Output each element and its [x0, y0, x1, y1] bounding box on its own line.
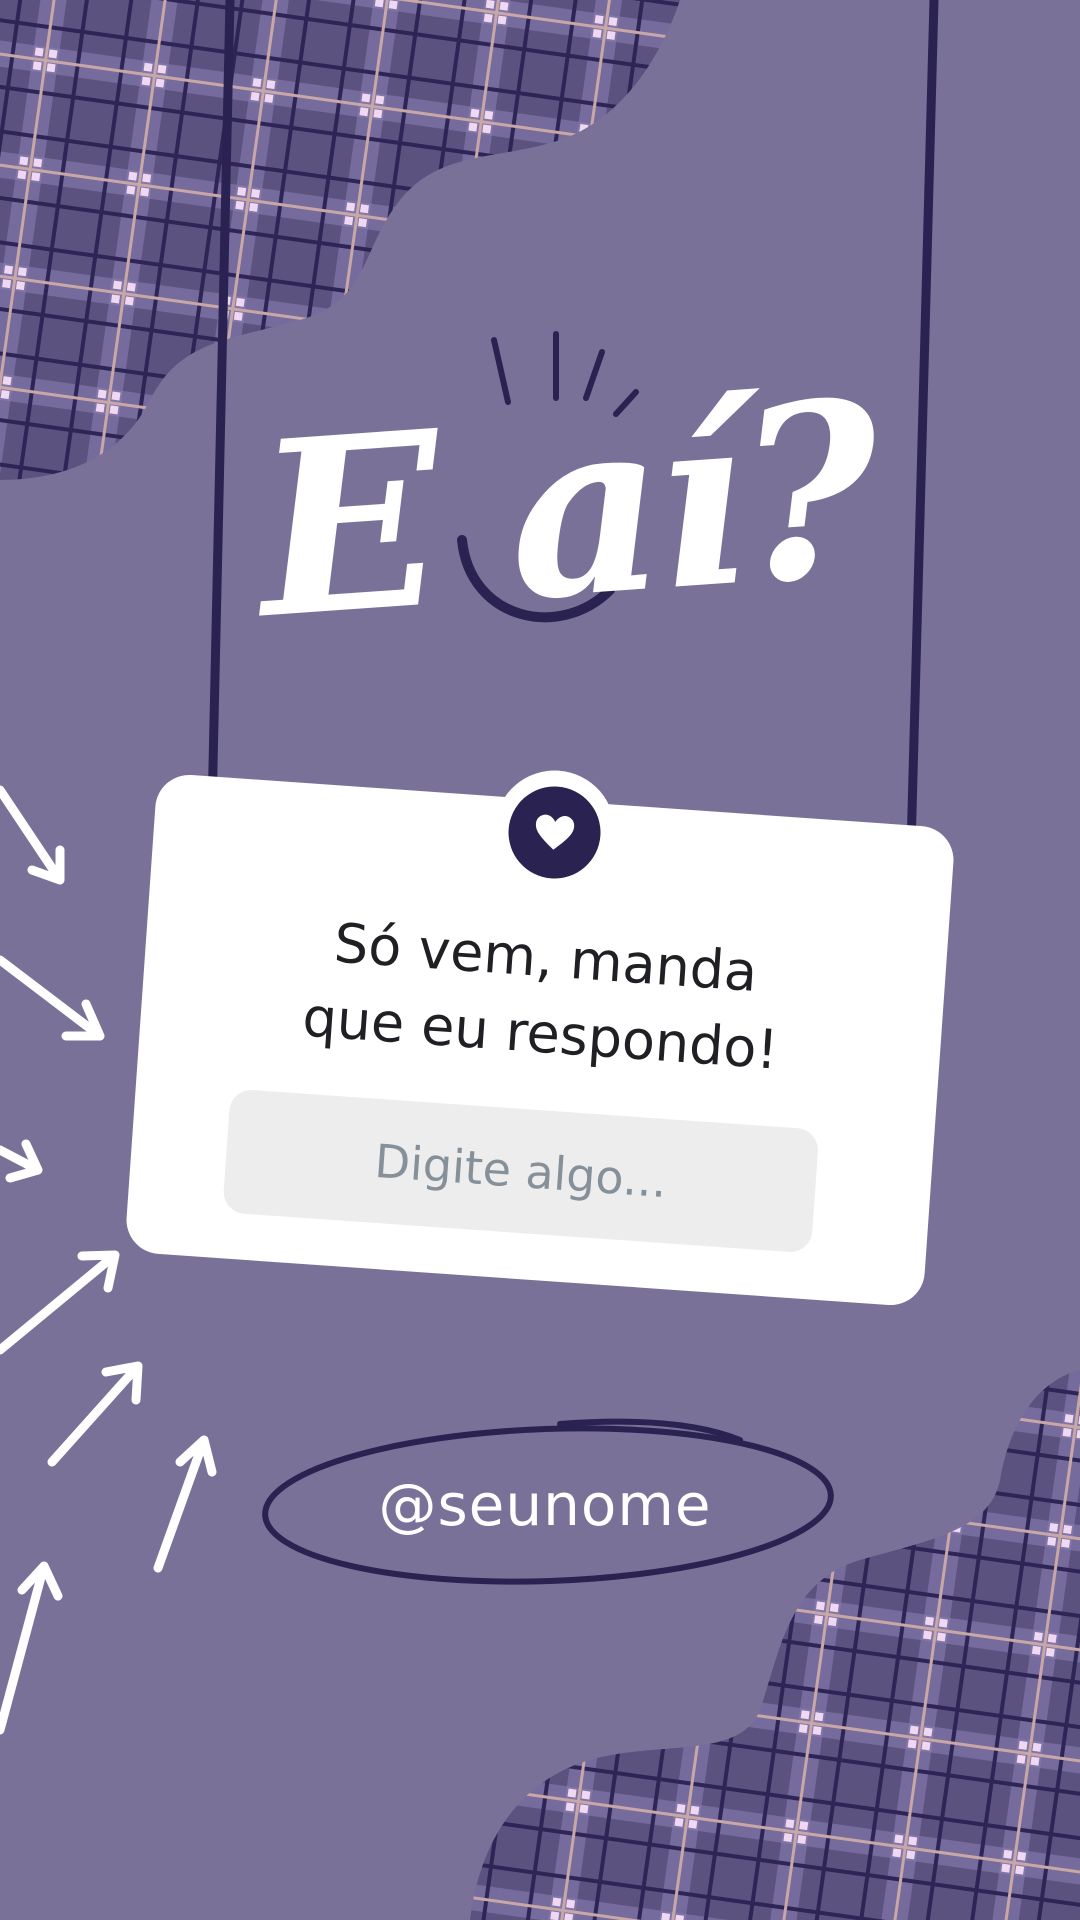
answer-input[interactable] — [222, 1088, 820, 1254]
page-title: E aí? — [249, 347, 881, 673]
hanging-string-right — [905, 0, 939, 891]
heart-icon — [535, 814, 575, 850]
question-card: Só vem, manda que eu respondo! — [124, 766, 956, 1308]
story-canvas: E aí? Só vem, manda que eu respondo! @se… — [0, 0, 1080, 1920]
question-prompt: Só vem, manda que eu respondo! — [139, 892, 948, 1099]
username-handle: @seunome — [378, 1471, 712, 1539]
